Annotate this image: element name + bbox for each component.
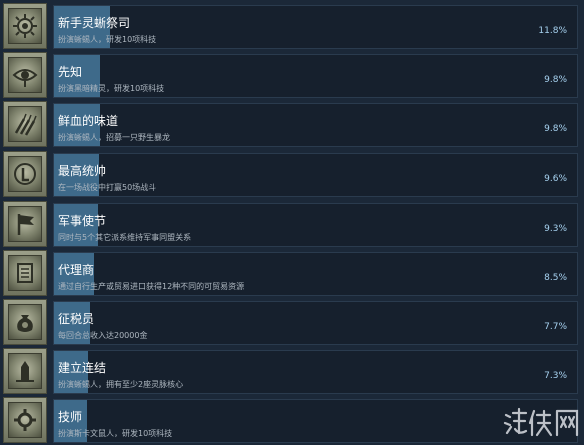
achievement-title: 先知 xyxy=(58,65,83,79)
unlock-percentage: 7.7% xyxy=(544,322,567,332)
achievement-description: 通过自行生产或贸易进口获得12种不同的可贸易资源 xyxy=(58,282,245,291)
achievement-icon-frame xyxy=(3,250,47,296)
achievement-description: 在一场战役中打赢50场战斗 xyxy=(58,183,157,192)
progress-bar: 鲜血的味道 扮演蜥蜴人，招募一只野生暴龙 9.8% xyxy=(53,103,578,147)
progress-bar: 军事使节 同时与5个其它派系维持军事同盟关系 9.3% xyxy=(53,203,578,247)
progress-bar: 征税员 每回合总收入达20000金 7.7% xyxy=(53,301,578,345)
unlock-percentage: 8.5% xyxy=(544,273,567,283)
achievement-row[interactable]: 技师 扮演斯卡文鼠人，研发10项科技 xyxy=(0,397,584,443)
achievement-icon-frame xyxy=(3,151,47,197)
monolith-icon xyxy=(8,353,42,389)
achievement-description: 每回合总收入达20000金 xyxy=(58,331,148,340)
unlock-percentage: 9.8% xyxy=(544,124,567,134)
coin-bag-icon xyxy=(8,304,42,340)
achievement-title: 新手灵蜥祭司 xyxy=(58,16,131,30)
achievement-icon-frame xyxy=(3,348,47,394)
achievement-row[interactable]: 军事使节 同时与5个其它派系维持军事同盟关系 9.3% xyxy=(0,201,584,247)
achievement-row[interactable]: 鲜血的味道 扮演蜥蜴人，招募一只野生暴龙 9.8% xyxy=(0,101,584,147)
achievement-title: 技师 xyxy=(58,410,83,424)
achievement-description: 扮演蜥蜴人，拥有至少2座灵脉核心 xyxy=(58,380,184,389)
unlock-percentage: 7.3% xyxy=(544,371,567,381)
progress-bar: 先知 扮演黑暗精灵，研发10项科技 9.8% xyxy=(53,54,578,98)
laurel-icon xyxy=(8,156,42,192)
progress-bar: 新手灵蜥祭司 扮演蜥蜴人，研发10项科技 11.8% xyxy=(53,5,578,49)
claw-icon xyxy=(8,106,42,142)
progress-bar: 建立连结 扮演蜥蜴人，拥有至少2座灵脉核心 7.3% xyxy=(53,350,578,394)
site-logo-icon xyxy=(503,407,579,437)
achievement-row[interactable]: 建立连结 扮演蜥蜴人，拥有至少2座灵脉核心 7.3% xyxy=(0,348,584,394)
unlock-percentage: 9.6% xyxy=(544,174,567,184)
achievement-description: 扮演斯卡文鼠人，研发10项科技 xyxy=(58,429,173,438)
flag-icon xyxy=(8,206,42,242)
achievement-icon-frame xyxy=(3,101,47,147)
progress-bar: 技师 扮演斯卡文鼠人，研发10项科技 xyxy=(53,399,578,443)
achievement-title: 鲜血的味道 xyxy=(58,114,119,128)
achievement-row[interactable]: 先知 扮演黑暗精灵，研发10项科技 9.8% xyxy=(0,52,584,98)
achievement-row[interactable]: 代理商 通过自行生产或贸易进口获得12种不同的可贸易资源 8.5% xyxy=(0,250,584,296)
progress-bar: 最高统帅 在一场战役中打赢50场战斗 9.6% xyxy=(53,153,578,197)
achievement-title: 代理商 xyxy=(58,263,95,277)
achievement-icon-frame xyxy=(3,201,47,247)
achievement-icon-frame xyxy=(3,397,47,443)
achievement-row[interactable]: 征税员 每回合总收入达20000金 7.7% xyxy=(0,299,584,345)
progress-bar: 代理商 通过自行生产或贸易进口获得12种不同的可贸易资源 8.5% xyxy=(53,252,578,296)
sun-sigil-icon xyxy=(8,8,42,44)
achievement-title: 最高统帅 xyxy=(58,164,107,178)
achievement-list: 新手灵蜥祭司 扮演蜥蜴人，研发10项科技 11.8% 先知 扮演黑暗精灵，研发1… xyxy=(0,0,584,445)
gear-icon xyxy=(8,402,42,438)
achievement-description: 扮演蜥蜴人，招募一只野生暴龙 xyxy=(58,133,170,142)
unlock-percentage: 9.8% xyxy=(544,75,567,85)
scroll-icon xyxy=(8,255,42,291)
achievement-row[interactable]: 最高统帅 在一场战役中打赢50场战斗 9.6% xyxy=(0,151,584,197)
achievement-icon-frame xyxy=(3,52,47,98)
achievement-title: 征税员 xyxy=(58,312,95,326)
eye-icon xyxy=(8,57,42,93)
achievement-description: 扮演蜥蜴人，研发10项科技 xyxy=(58,35,157,44)
achievement-title: 军事使节 xyxy=(58,214,107,228)
achievement-icon-frame xyxy=(3,3,47,49)
achievement-title: 建立连结 xyxy=(58,361,107,375)
achievement-description: 扮演黑暗精灵，研发10项科技 xyxy=(58,84,165,93)
unlock-percentage: 11.8% xyxy=(538,26,567,36)
unlock-percentage: 9.3% xyxy=(544,224,567,234)
achievement-row[interactable]: 新手灵蜥祭司 扮演蜥蜴人，研发10项科技 11.8% xyxy=(0,3,584,49)
achievement-description: 同时与5个其它派系维持军事同盟关系 xyxy=(58,233,192,242)
achievement-icon-frame xyxy=(3,299,47,345)
